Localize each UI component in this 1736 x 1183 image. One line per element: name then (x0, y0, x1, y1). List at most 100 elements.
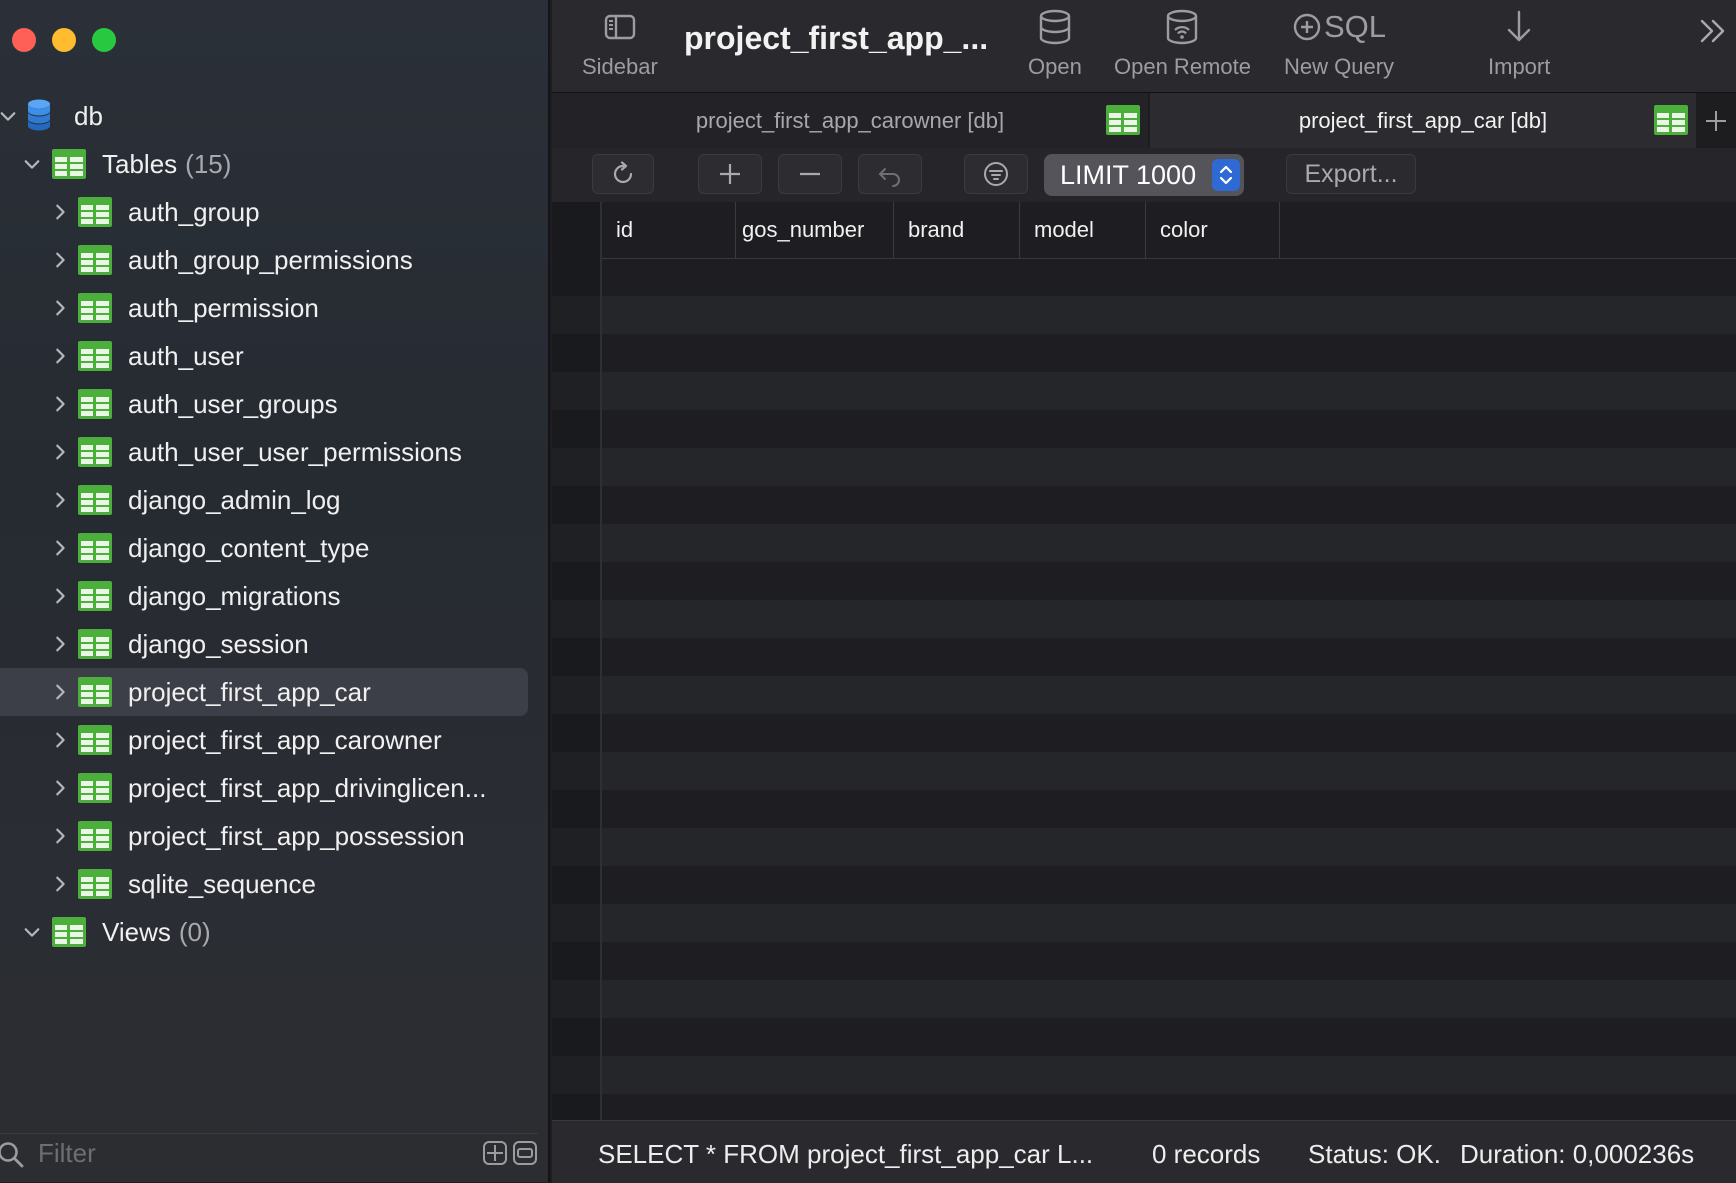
open-button[interactable]: Open (1028, 8, 1082, 80)
grid-view-icon[interactable] (482, 1140, 508, 1166)
export-button[interactable]: Export... (1286, 154, 1416, 194)
table-list-item[interactable]: auth_group (0, 188, 548, 236)
add-tab-button[interactable] (1696, 93, 1736, 149)
table-list-item[interactable]: auth_user (0, 332, 548, 380)
chevron-right-icon[interactable] (50, 682, 70, 702)
table-list-item[interactable]: auth_group_permissions (0, 236, 548, 284)
table-icon (78, 437, 112, 467)
zoom-window-button[interactable] (92, 28, 116, 52)
table-list-item[interactable]: auth_user_groups (0, 380, 548, 428)
tab-carowner[interactable]: project_first_app_carowner [db] (552, 93, 1148, 149)
chevron-right-icon[interactable] (50, 346, 70, 366)
chevron-right-icon[interactable] (50, 202, 70, 222)
tables-count: (15) (185, 148, 232, 179)
filter-rows-button[interactable] (964, 154, 1028, 194)
list-view-icon[interactable] (512, 1140, 538, 1166)
column-header-color[interactable]: color (1146, 202, 1280, 258)
grid-row-stripe (552, 600, 1736, 638)
table-list: auth_group auth_group_permissions auth_per… (0, 188, 548, 908)
table-icon (78, 293, 112, 323)
chevron-right-icon[interactable] (50, 442, 70, 462)
sidebar-toggle-button[interactable]: Sidebar (582, 8, 658, 80)
minimize-window-button[interactable] (52, 28, 76, 52)
table-list-item[interactable]: django_migrations (0, 572, 548, 620)
chevron-right-icon[interactable] (50, 490, 70, 510)
column-header-gos-number[interactable]: gos_number (728, 202, 894, 258)
open-remote-button[interactable]: Open Remote (1114, 8, 1251, 80)
views-group-label: Views (102, 916, 171, 947)
table-name: django_migrations (128, 580, 341, 611)
plus-circle-icon (1293, 13, 1321, 41)
table-list-item[interactable]: django_content_type (0, 524, 548, 572)
refresh-button[interactable] (592, 154, 654, 194)
close-window-button[interactable] (12, 28, 36, 52)
tree-item-db[interactable]: db (0, 92, 548, 140)
chevron-right-icon[interactable] (50, 874, 70, 894)
table-name: auth_group (128, 196, 260, 227)
double-chevron-right-icon[interactable] (1696, 14, 1730, 48)
chevron-right-icon[interactable] (50, 538, 70, 558)
column-header-id[interactable]: id (602, 202, 736, 258)
search-icon (0, 1142, 24, 1168)
table-name: auth_user_user_permissions (128, 436, 462, 467)
limit-select[interactable]: LIMIT 1000 (1044, 154, 1244, 196)
grid-row-stripe (552, 1056, 1736, 1094)
table-list-item[interactable]: project_first_app_car (0, 668, 548, 716)
table-list-item[interactable]: project_first_app_carowner (0, 716, 548, 764)
gutter-row-stripe (552, 448, 600, 486)
window-controls (12, 28, 116, 52)
chevron-right-icon[interactable] (50, 826, 70, 846)
column-header-model[interactable]: model (1020, 202, 1146, 258)
tab-car[interactable]: project_first_app_car [db] (1150, 93, 1696, 149)
import-button[interactable]: Import (1488, 8, 1550, 80)
database-tree: db Tables (15) auth_group auth_group_permi… (0, 92, 548, 956)
chevron-right-icon[interactable] (50, 298, 70, 318)
chevron-right-icon[interactable] (50, 730, 70, 750)
gutter-row-stripe (552, 600, 600, 638)
table-name: django_admin_log (128, 484, 341, 515)
chevron-down-icon[interactable] (0, 106, 18, 126)
table-icon (78, 245, 112, 275)
table-list-item[interactable]: project_first_app_drivinglicen... (0, 764, 548, 812)
tree-group-tables[interactable]: Tables (15) (0, 140, 548, 188)
row-number-gutter (552, 202, 602, 1120)
grid-row-stripe (552, 980, 1736, 1018)
limit-label: LIMIT 1000 (1060, 159, 1197, 190)
export-label: Export... (1304, 159, 1398, 188)
chevron-right-icon[interactable] (50, 778, 70, 798)
table-name: sqlite_sequence (128, 868, 316, 899)
stepper-icon[interactable] (1212, 159, 1240, 191)
column-header-brand[interactable]: brand (894, 202, 1020, 258)
gutter-row-stripe (552, 980, 600, 1018)
remote-database-icon (1167, 9, 1198, 45)
chevron-right-icon[interactable] (50, 250, 70, 270)
table-list-item[interactable]: django_admin_log (0, 476, 548, 524)
query-text: SELECT * FROM project_first_app_car L... (598, 1139, 1094, 1169)
table-name: project_first_app_car (128, 676, 371, 707)
filter-input[interactable]: Filter (38, 1138, 96, 1169)
chevron-right-icon[interactable] (50, 634, 70, 654)
delete-row-button[interactable] (778, 154, 842, 194)
window-toolbar: Sidebar project_first_app_... Open Open … (552, 0, 1736, 92)
table-list-item[interactable]: sqlite_sequence (0, 860, 548, 908)
tree-group-views[interactable]: Views (0) (0, 908, 548, 956)
table-list-item[interactable]: auth_permission (0, 284, 548, 332)
gutter-row-stripe (552, 372, 600, 410)
status-bar: SELECT * FROM project_first_app_car L...… (552, 1120, 1736, 1183)
chevron-down-icon[interactable] (22, 154, 42, 174)
grid-header: id gos_number brand model color (602, 202, 1736, 259)
undo-button[interactable] (858, 154, 922, 194)
chevron-right-icon[interactable] (50, 394, 70, 414)
table-list-item[interactable]: auth_user_user_permissions (0, 428, 548, 476)
table-name: project_first_app_drivinglicen... (128, 772, 487, 803)
add-row-button[interactable] (698, 154, 762, 194)
table-icon (1654, 105, 1688, 135)
table-list-item[interactable]: django_session (0, 620, 548, 668)
window-title: project_first_app_... (684, 20, 989, 56)
tab-bar: project_first_app_carowner [db] project_… (552, 92, 1736, 150)
table-name: django_session (128, 628, 309, 659)
chevron-down-icon[interactable] (22, 922, 42, 942)
new-query-button[interactable]: SQL New Query (1284, 8, 1394, 80)
table-list-item[interactable]: project_first_app_possession (0, 812, 548, 860)
chevron-right-icon[interactable] (50, 586, 70, 606)
